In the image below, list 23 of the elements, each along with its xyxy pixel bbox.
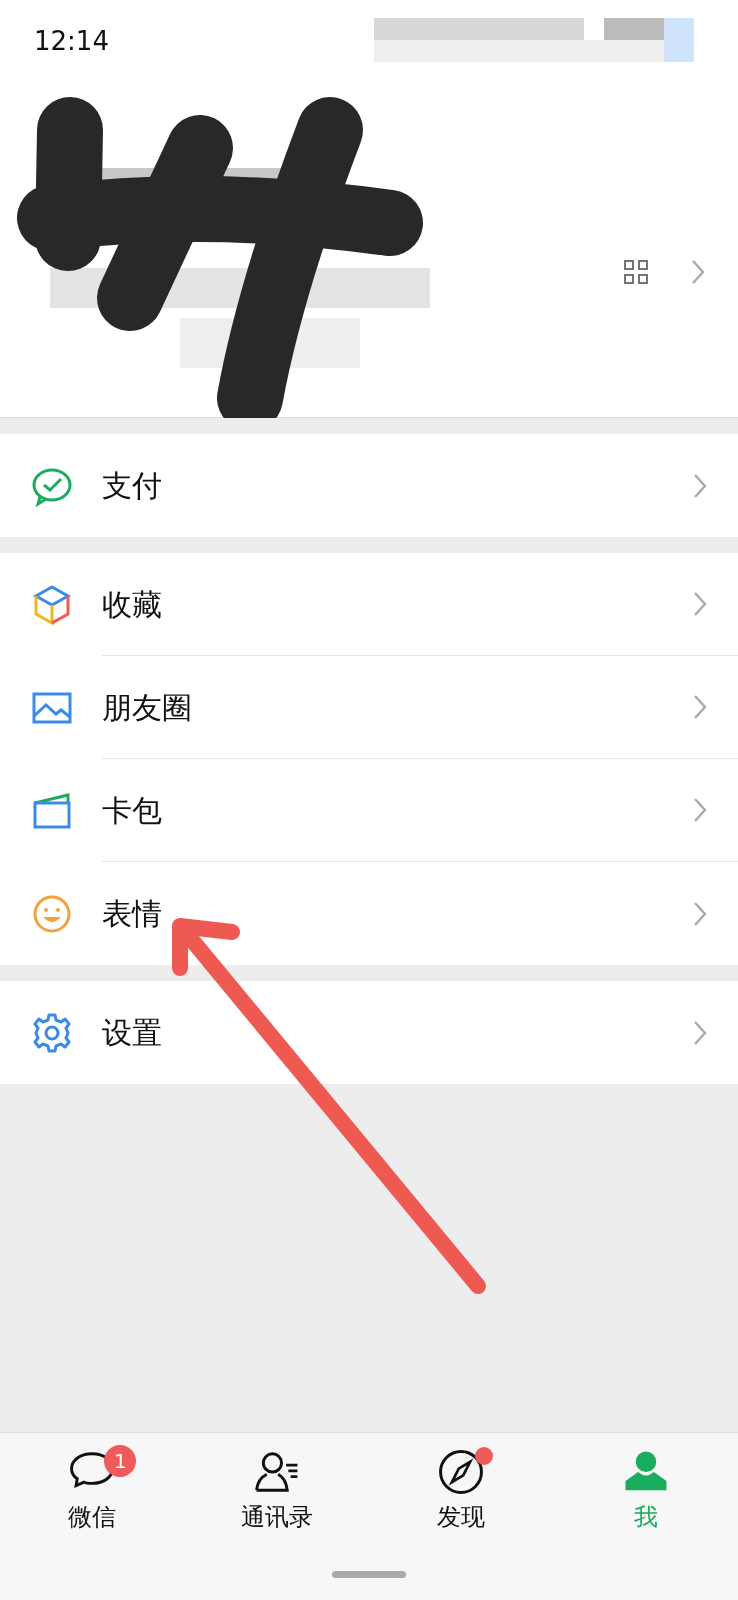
menu-label: 设置: [102, 1014, 163, 1052]
menu-item[interactable]: 表情: [0, 862, 738, 965]
tab-item[interactable]: 发现: [369, 1447, 554, 1537]
menu-label: 朋友圈: [102, 688, 193, 727]
unread-badge: 1: [104, 1445, 137, 1477]
home-indicator[interactable]: [332, 1571, 406, 1578]
menu-item[interactable]: 朋友圈: [0, 656, 738, 759]
qr-code-icon[interactable]: [624, 260, 648, 284]
chevron-icon: [692, 693, 708, 721]
tab-item[interactable]: 微信 1: [0, 1447, 185, 1537]
chevron-icon: [692, 796, 708, 824]
menu-label: 表情: [102, 895, 163, 933]
menu-label: 支付: [102, 467, 163, 505]
menu-label: 收藏: [102, 585, 163, 624]
tab-item[interactable]: 通讯录: [184, 1447, 369, 1537]
menu-label: 卡包: [102, 791, 163, 830]
menu-item[interactable]: 卡包: [0, 759, 738, 862]
menu-item[interactable]: 设置: [0, 981, 738, 1084]
menu-item[interactable]: 支付: [0, 434, 738, 537]
chevron-icon[interactable]: [690, 258, 706, 286]
status-time: 12:14: [34, 25, 109, 58]
menu-item[interactable]: 收藏: [0, 553, 738, 656]
chevron-icon: [692, 590, 708, 618]
